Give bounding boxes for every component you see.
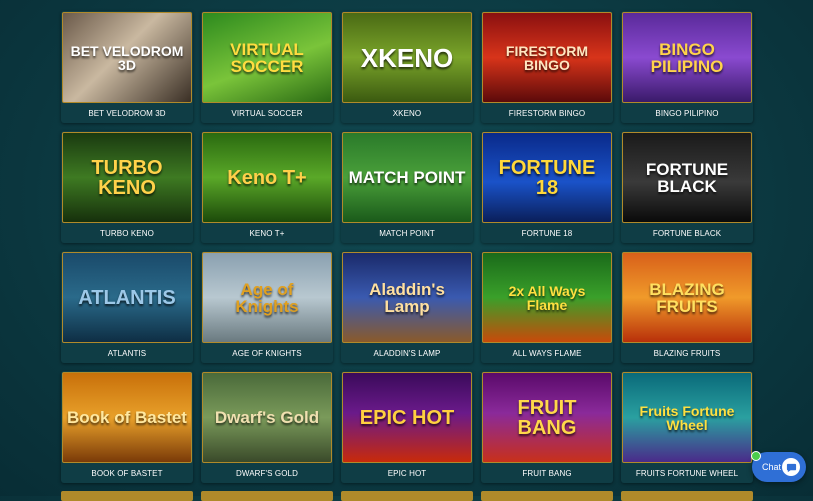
game-logo-text: Aladdin's Lamp [369,279,445,316]
game-logo-text: BET VELODROM 3D [70,42,184,73]
game-card[interactable]: VIRTUAL SOCCER VIRTUAL SOCCER [201,11,333,123]
game-thumbnail[interactable]: Dwarf's Gold [202,372,332,463]
game-card[interactable]: FIRESTORM BINGO FIRESTORM BINGO [481,11,613,123]
game-thumbnail[interactable]: FORTUNE 18 [482,132,612,223]
game-thumbnail[interactable]: Keno T+ [202,132,332,223]
game-logo-text: BINGO PILIPINO [650,39,724,76]
game-card[interactable]: Fruits Fortune Wheel FRUITS FORTUNE WHEEL [621,371,753,483]
chat-bubble-icon [782,458,800,476]
game-card[interactable]: FORTUNE 18 FORTUNE 18 [481,131,613,243]
game-title[interactable]: MATCH POINT [341,223,473,243]
game-title[interactable]: FIRESTORM BINGO [481,103,613,123]
game-thumbnail[interactable]: FORTUNE BLACK [622,132,752,223]
game-logo-text: FORTUNE BLACK [645,159,729,196]
game-card[interactable]: Dwarf's Gold DWARF'S GOLD [201,371,333,483]
game-title[interactable]: TURBO KENO [61,223,193,243]
game-title[interactable]: AGE OF KNIGHTS [201,343,333,363]
game-thumbnail[interactable]: FRUIT BANG [482,372,612,463]
game-card[interactable]: BLAZING FRUITS BLAZING FRUITS [621,251,753,363]
game-card[interactable]: TURBO KENO TURBO KENO [61,131,193,243]
chat-button[interactable]: Chat [751,451,806,482]
game-card[interactable]: MATCH POINT MATCH POINT [341,131,473,243]
game-title[interactable]: FRUIT BANG [481,463,613,483]
game-thumbnail[interactable]: BINGO PILIPINO [622,12,752,103]
game-title[interactable]: BLAZING FRUITS [621,343,753,363]
game-card[interactable]: Age of Knights AGE OF KNIGHTS [201,251,333,363]
game-logo-text: Age of Knights [235,279,299,316]
game-thumbnail[interactable]: EPIC HOT [342,372,472,463]
game-card-partial[interactable] [341,491,473,501]
game-logo-text: EPIC HOT [359,406,455,429]
game-logo-text: VIRTUAL SOCCER [230,39,304,76]
game-card[interactable]: Keno T+ KENO T+ [201,131,333,243]
game-logo-text: Book of Bastet [67,408,187,427]
game-card-partial[interactable] [621,491,753,501]
game-thumbnail[interactable]: Fruits Fortune Wheel [622,372,752,463]
game-title[interactable]: ALL WAYS FLAME [481,343,613,363]
game-card[interactable]: FORTUNE BLACK FORTUNE BLACK [621,131,753,243]
game-logo-text: FORTUNE 18 [498,156,596,199]
game-title[interactable]: FRUITS FORTUNE WHEEL [621,463,753,483]
game-thumbnail[interactable]: VIRTUAL SOCCER [202,12,332,103]
game-logo-text: BLAZING FRUITS [649,279,725,316]
game-thumbnail[interactable]: TURBO KENO [62,132,192,223]
game-title[interactable]: BINGO PILIPINO [621,103,753,123]
game-title[interactable]: ALADDIN'S LAMP [341,343,473,363]
game-thumbnail[interactable]: XKENO [342,12,472,103]
games-grid: BET VELODROM 3D BET VELODROM 3D VIRTUAL SO… [61,11,753,483]
game-logo-text: XKENO [360,42,454,73]
game-logo-text: Fruits Fortune Wheel [639,402,735,433]
game-card[interactable]: 2x All Ways Flame ALL WAYS FLAME [481,251,613,363]
online-status-dot [751,451,761,461]
game-card[interactable]: BET VELODROM 3D BET VELODROM 3D [61,11,193,123]
game-card[interactable]: FRUIT BANG FRUIT BANG [481,371,613,483]
game-card-partial[interactable] [61,491,193,501]
game-card[interactable]: XKENO XKENO [341,11,473,123]
game-card[interactable]: Book of Bastet BOOK OF BASTET [61,371,193,483]
game-title[interactable]: FORTUNE BLACK [621,223,753,243]
game-title[interactable]: BET VELODROM 3D [61,103,193,123]
game-card-partial[interactable] [201,491,333,501]
game-thumbnail[interactable]: Aladdin's Lamp [342,252,472,343]
game-thumbnail[interactable]: FIRESTORM BINGO [482,12,612,103]
game-title[interactable]: ATLANTIS [61,343,193,363]
game-card-partial[interactable] [481,491,613,501]
game-logo-text: Keno T+ [227,166,307,189]
game-card[interactable]: ATLANTIS ATLANTIS [61,251,193,363]
game-thumbnail[interactable]: Age of Knights [202,252,332,343]
game-thumbnail[interactable]: MATCH POINT [342,132,472,223]
game-card[interactable]: EPIC HOT EPIC HOT [341,371,473,483]
game-logo-text: TURBO KENO [91,156,163,199]
game-thumbnail[interactable]: BLAZING FRUITS [622,252,752,343]
game-thumbnail[interactable]: Book of Bastet [62,372,192,463]
game-logo-text: ATLANTIS [78,286,176,309]
game-thumbnail[interactable]: 2x All Ways Flame [482,252,612,343]
game-title[interactable]: XKENO [341,103,473,123]
game-card[interactable]: BINGO PILIPINO BINGO PILIPINO [621,11,753,123]
game-title[interactable]: KENO T+ [201,223,333,243]
chat-label: Chat [762,462,782,472]
game-title[interactable]: VIRTUAL SOCCER [201,103,333,123]
game-logo-text: MATCH POINT [348,168,466,187]
game-title[interactable]: BOOK OF BASTET [61,463,193,483]
game-logo-text: Dwarf's Gold [214,408,320,427]
game-logo-text: FRUIT BANG [517,396,577,439]
game-card[interactable]: Aladdin's Lamp ALADDIN'S LAMP [341,251,473,363]
game-thumbnail[interactable]: BET VELODROM 3D [62,12,192,103]
game-thumbnail[interactable]: ATLANTIS [62,252,192,343]
game-logo-text: FIRESTORM BINGO [505,42,589,73]
game-title[interactable]: DWARF'S GOLD [201,463,333,483]
game-title[interactable]: EPIC HOT [341,463,473,483]
game-logo-text: 2x All Ways Flame [508,282,586,313]
game-title[interactable]: FORTUNE 18 [481,223,613,243]
